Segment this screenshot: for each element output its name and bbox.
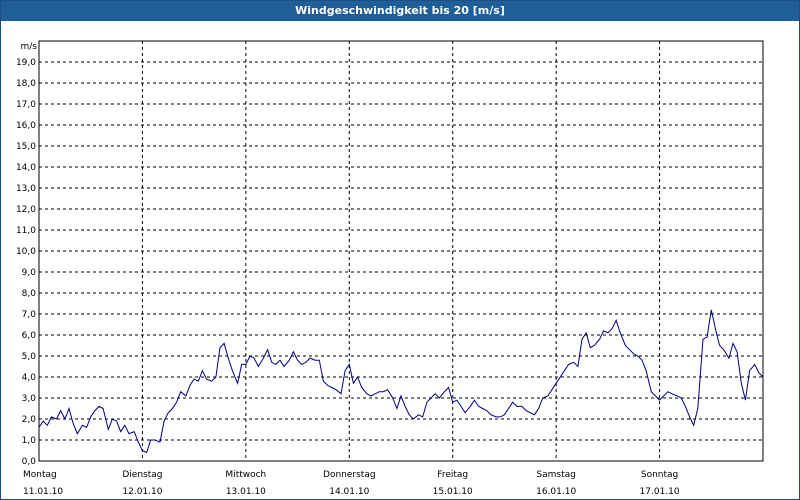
- x-tick-date: 14.01.10: [329, 487, 369, 497]
- y-tick-label: 19,0: [16, 58, 36, 68]
- y-tick-label: 13,0: [16, 184, 36, 194]
- y-tick-label: 3,0: [22, 394, 37, 404]
- x-tick-day: Freitag: [437, 470, 468, 480]
- x-tick-date: 16.01.10: [536, 487, 576, 497]
- y-tick-label: 0,0: [22, 457, 37, 467]
- x-tick-date: 12.01.10: [122, 487, 162, 497]
- x-tick-day: Dienstag: [122, 470, 162, 480]
- x-tick-date: 15.01.10: [433, 487, 473, 497]
- y-tick-label: 1,0: [22, 436, 37, 446]
- x-tick-day: Montag: [23, 470, 57, 480]
- x-tick-date: 17.01.10: [640, 487, 680, 497]
- y-tick-label: 14,0: [16, 163, 36, 173]
- y-tick-label: 7,0: [22, 310, 37, 320]
- y-tick-label: 5,0: [22, 352, 37, 362]
- y-tick-label: 9,0: [22, 268, 37, 278]
- chart-area: 0,0 1,0 2,0 3,0 4,0 5,0 6,0 7,0 8,0 9,0 10,0 11,0 12…: [16, 40, 764, 497]
- y-tick-label: 15,0: [16, 142, 36, 152]
- x-tick-day: Donnerstag: [323, 470, 376, 480]
- y-tick-label: 12,0: [16, 205, 36, 215]
- x-tick-day: Samstag: [536, 470, 575, 480]
- x-axis-tick-labels: Montag 11.01.10 Dienstag 12.01.10 Mittwoch 13…: [23, 470, 680, 497]
- y-tick-label: 16,0: [16, 121, 36, 131]
- y-axis-tick-labels: 0,0 1,0 2,0 3,0 4,0 5,0 6,0 7,0 8,0 9,0 10,0 11,0 12…: [16, 58, 36, 467]
- y-tick-label: 8,0: [22, 289, 37, 299]
- y-tick-label: 17,0: [16, 100, 36, 110]
- chart-window: Windgeschwindigkeit bis 20 [m/s] 0,0 1,0 2…: [0, 0, 800, 500]
- y-tick-label: 4,0: [22, 373, 37, 383]
- y-tick-label: 11,0: [16, 226, 36, 236]
- x-tick-day: Sonntag: [641, 470, 678, 480]
- x-tick-day: Mittwoch: [225, 470, 266, 480]
- y-tick-label: 10,0: [16, 247, 36, 257]
- y-axis-unit-label: m/s: [21, 42, 38, 52]
- y-tick-label: 6,0: [22, 331, 37, 341]
- x-tick-date: 13.01.10: [226, 487, 266, 497]
- x-tick-date: 11.01.10: [23, 487, 63, 497]
- y-tick-label: 18,0: [16, 79, 36, 89]
- y-tick-label: 2,0: [22, 415, 37, 425]
